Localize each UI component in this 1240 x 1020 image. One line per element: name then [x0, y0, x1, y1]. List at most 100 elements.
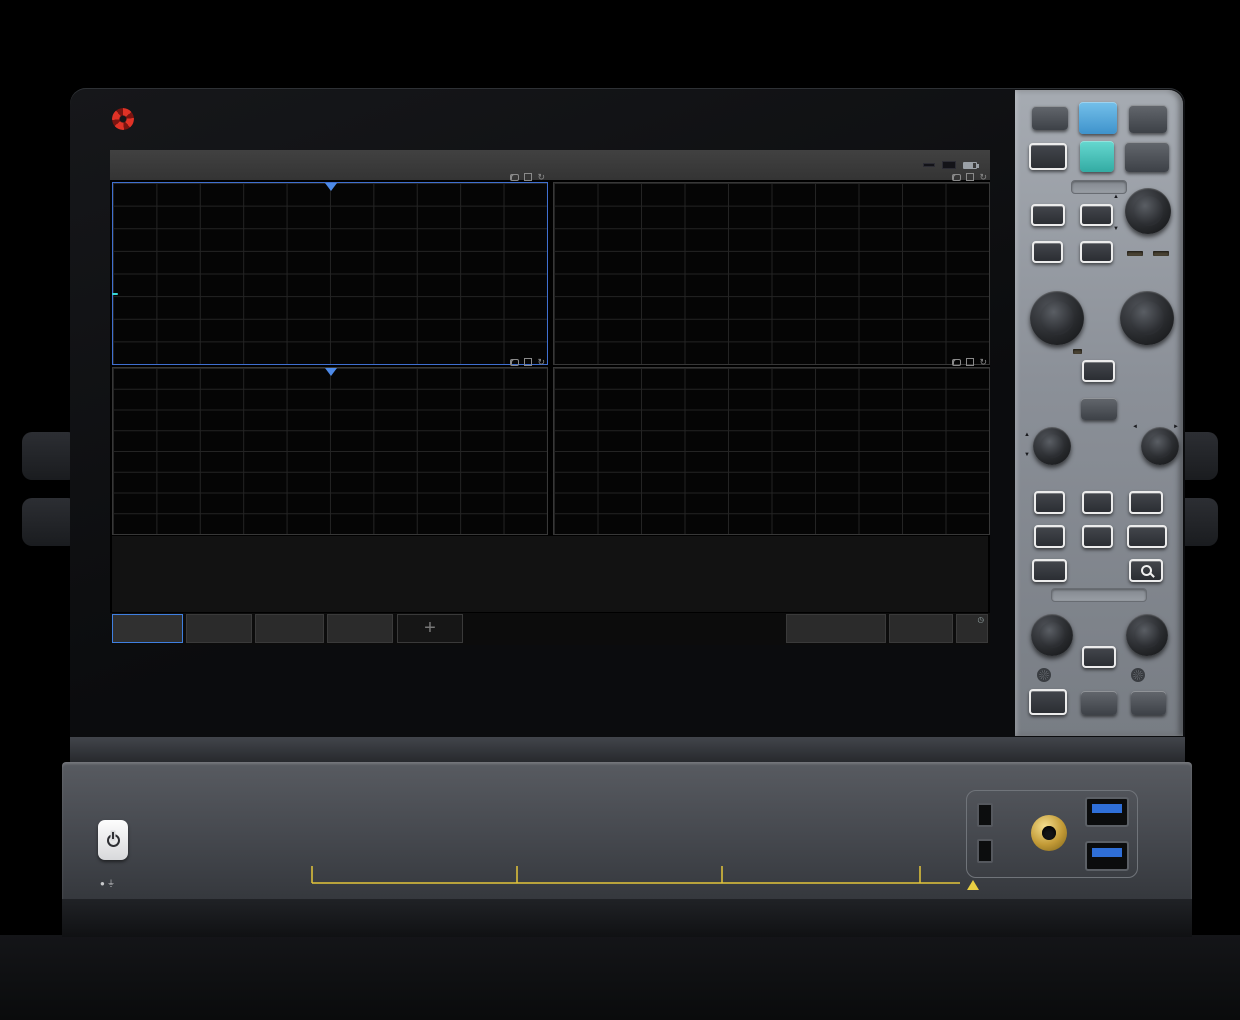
move-icon[interactable]: ↻ [537, 173, 545, 181]
position-right-arrow: ► [1173, 424, 1179, 430]
trigger-position-marker[interactable] [325, 368, 337, 376]
save-button[interactable] [1032, 106, 1068, 130]
math-button[interactable] [1032, 559, 1067, 582]
universal-a-knob[interactable] [1031, 614, 1073, 656]
chassis-base [62, 899, 1192, 937]
status-bar: + ◷ [110, 613, 990, 645]
f3-descriptor[interactable] [255, 614, 324, 643]
tie-track-grid[interactable]: ↻ [553, 367, 990, 535]
ref-button[interactable] [1129, 491, 1163, 514]
power-button[interactable] [98, 820, 128, 860]
trigger-position-marker[interactable] [325, 183, 337, 191]
io-module [966, 790, 1138, 878]
level-up-arrow: ▲ [1113, 194, 1119, 200]
table-surface [0, 935, 1240, 1020]
bathtub-curve-grid[interactable]: ↻ [112, 367, 548, 535]
maximize-icon[interactable] [966, 358, 974, 366]
measure-button[interactable] [1081, 398, 1117, 420]
horizontal-position-knob[interactable] [1141, 427, 1179, 465]
menu-item-2[interactable] [179, 150, 248, 180]
eye-descriptor[interactable] [327, 614, 393, 643]
aux-connector-2 [977, 839, 993, 863]
snapshot-icon[interactable] [510, 174, 519, 181]
roll-button[interactable] [1082, 360, 1115, 382]
clock-display[interactable]: ◷ [956, 614, 988, 643]
trigger-auto-button[interactable] [1032, 241, 1063, 263]
f1-descriptor[interactable] [186, 614, 252, 643]
maximize-icon[interactable] [524, 358, 532, 366]
cursors-button[interactable] [1082, 646, 1116, 668]
user-button[interactable] [1131, 691, 1166, 715]
channel-c3-descriptor[interactable] [112, 614, 183, 643]
touch-button[interactable] [1029, 143, 1067, 170]
usb-port-1 [1085, 797, 1129, 827]
channel-4-button[interactable] [1082, 525, 1113, 548]
snapshot-icon[interactable] [952, 174, 961, 181]
scope-upper-chassis: ↻ ↻ ↻ ↻ [70, 88, 1185, 738]
oscilloscope-product-shot: ↻ ↻ ↻ ↻ [0, 0, 1240, 1020]
usb-tongue [1092, 848, 1122, 857]
snapshot-icon[interactable] [952, 359, 961, 366]
timebase-descriptor[interactable] [786, 614, 886, 643]
usb-tongue [1092, 804, 1122, 813]
a-detent-icon [1037, 668, 1051, 682]
cursors-adjust-section-label [1051, 588, 1147, 602]
menu-item-5[interactable] [384, 150, 453, 180]
search-button[interactable] [1129, 559, 1163, 582]
trigger-descriptor[interactable] [889, 614, 953, 643]
maximize-icon[interactable] [524, 173, 532, 181]
memory-button[interactable] [1127, 525, 1167, 548]
trigger-setup-button[interactable] [1031, 204, 1065, 226]
waveform-grid-c3[interactable]: ↻ [112, 182, 548, 365]
trigger-status-badge [942, 161, 956, 169]
vertical-position-knob[interactable] [1033, 427, 1071, 465]
clear-sweeps-button[interactable] [1125, 142, 1169, 172]
display-persist-button[interactable] [1029, 689, 1067, 715]
input-rating-warning [967, 880, 984, 890]
trigger-normal-button[interactable] [1080, 204, 1113, 226]
variable-led [1073, 349, 1082, 354]
run-stop-button[interactable] [1129, 105, 1167, 133]
move-icon[interactable]: ↻ [537, 358, 545, 366]
channel-3-button[interactable] [1034, 525, 1065, 548]
siglent-logo [112, 108, 142, 130]
menu-item-4[interactable] [316, 150, 385, 180]
sma-hole [1042, 826, 1056, 840]
trigger-single-button[interactable] [1080, 241, 1113, 263]
channel-1-button[interactable] [1034, 491, 1065, 514]
menu-item-1[interactable] [110, 150, 179, 180]
navigate-button[interactable] [1081, 691, 1117, 715]
chassis-step [70, 737, 1185, 763]
menu-item-8[interactable] [590, 150, 659, 180]
aux-connector-1 [977, 803, 993, 827]
channel-c3-marker[interactable] [112, 293, 118, 295]
add-trace-button[interactable]: + [397, 614, 463, 643]
snapshot-icon[interactable] [510, 359, 519, 366]
usb-port-2 [1085, 841, 1129, 871]
grid-corner-icons: ↻ [510, 358, 545, 366]
trigger-level-knob[interactable] [1125, 188, 1171, 234]
position-left-arrow: ◄ [1132, 424, 1138, 430]
maximize-icon[interactable] [966, 173, 974, 181]
move-icon[interactable]: ↻ [979, 358, 987, 366]
battery-icon [963, 162, 977, 169]
b-knob[interactable] [1126, 614, 1168, 656]
grid-corner-icons: ↻ [952, 358, 987, 366]
channel-2-button[interactable] [1082, 491, 1113, 514]
menu-item-3[interactable] [247, 150, 316, 180]
warning-triangle-icon [967, 880, 979, 890]
eye-diagram-grid[interactable]: ↻ [553, 182, 990, 365]
trigger-section-label [1071, 180, 1127, 194]
default-button[interactable] [1080, 141, 1114, 172]
move-icon[interactable]: ↻ [979, 173, 987, 181]
vertical-scale-knob[interactable] [1030, 291, 1084, 345]
measurement-statistics-table[interactable] [112, 536, 988, 612]
position-down-arrow: ▼ [1024, 452, 1030, 458]
horizontal-scale-knob[interactable] [1120, 291, 1174, 345]
auto-setup-button[interactable] [1079, 102, 1117, 134]
touch-screen[interactable]: ↻ ↻ ↻ ↻ [110, 150, 990, 645]
menu-bar [110, 150, 990, 180]
power-icon [107, 834, 120, 847]
sma-connector [1031, 815, 1067, 851]
ready-led [1127, 251, 1143, 256]
